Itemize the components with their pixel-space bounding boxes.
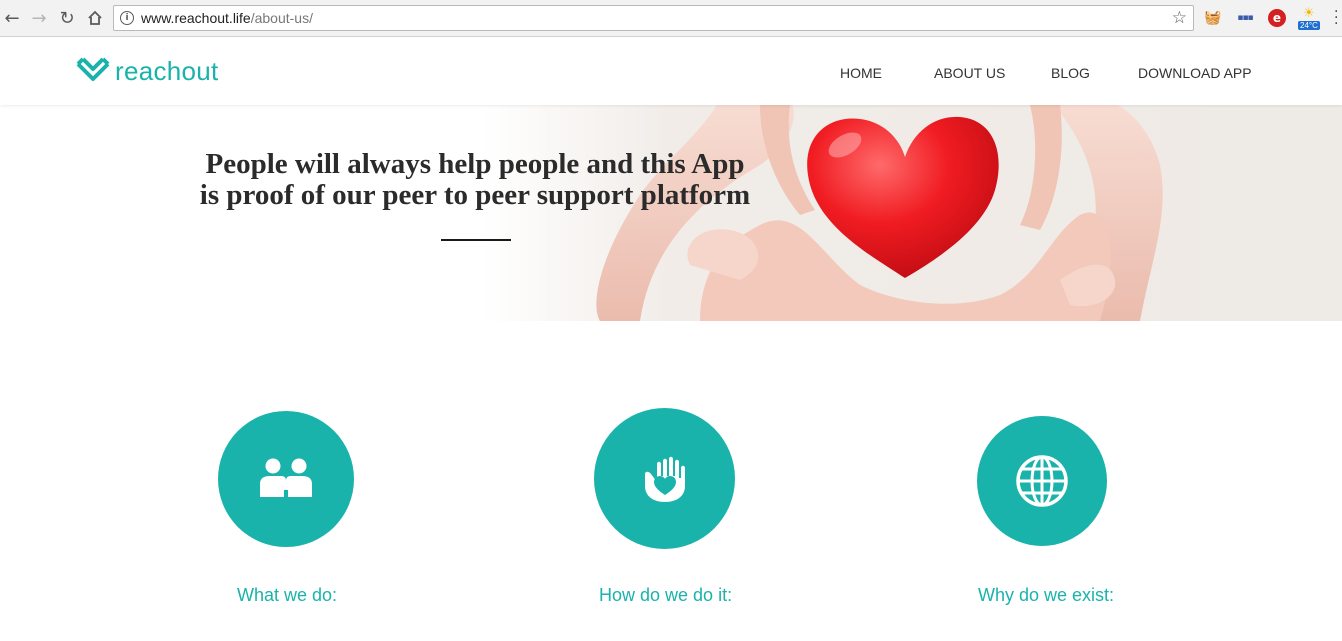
hero-hands-heart-image (0, 105, 1342, 321)
feature-how-label: How do we do it: (599, 585, 733, 605)
browser-menu-icon[interactable]: · · · (1334, 5, 1338, 31)
browser-toolbar: ← → ↻ i www.reachout.life/about-us/ ☆ 🧺 … (0, 0, 1342, 37)
hero-title-line-1: People will always help people and this … (205, 148, 745, 180)
reload-button[interactable]: ↻ (55, 6, 79, 30)
forward-button[interactable]: → (27, 6, 51, 30)
globe-icon (1016, 455, 1068, 507)
home-button[interactable] (83, 6, 107, 30)
sun-icon: ☀ (1303, 6, 1315, 21)
home-icon (88, 10, 102, 25)
hero-title-line-2: is proof of our peer to peer support pla… (199, 179, 751, 211)
site-header: reachout HOME ABOUT US BLOG DOWNLOAD APP (0, 37, 1342, 105)
weather-temp: 24°C (1298, 21, 1320, 30)
back-button[interactable]: ← (0, 6, 24, 30)
url-domain: www.reachout.life (141, 10, 251, 26)
nav-download-app[interactable]: DOWNLOAD APP (1138, 65, 1252, 81)
hand-heart-icon (644, 456, 685, 502)
hero-divider (441, 239, 511, 241)
bookmark-star-icon[interactable]: ☆ (1172, 8, 1187, 28)
feature-what-label: What we do: (237, 585, 338, 605)
nav-home[interactable]: HOME (840, 65, 882, 81)
hero-title: People will always help people and this … (150, 149, 800, 211)
url-path: /about-us/ (250, 10, 313, 26)
hero-banner: People will always help people and this … (0, 105, 1342, 321)
two-people-icon (260, 458, 312, 497)
arrow-left-icon: ← (4, 7, 20, 29)
weather-extension-icon[interactable]: ☀ 24°C (1297, 6, 1321, 32)
logo-text: reachout (115, 55, 219, 86)
logo-heart-icon (76, 57, 110, 81)
basket-extension-icon[interactable]: 🧺 (1203, 8, 1223, 28)
reload-icon: ↻ (59, 7, 75, 29)
info-icon[interactable]: i (120, 11, 134, 25)
url-text[interactable]: www.reachout.life/about-us/ (141, 10, 313, 26)
feature-what-circle (218, 411, 354, 547)
arrow-right-icon: → (31, 7, 47, 29)
nav-blog[interactable]: BLOG (1051, 65, 1090, 81)
feature-why-label: Why do we exist: (978, 585, 1115, 605)
dots-extension-icon[interactable]: ▪▪▪ (1235, 8, 1255, 28)
feature-why-circle (977, 416, 1107, 546)
address-bar[interactable]: i www.reachout.life/about-us/ ☆ (113, 5, 1194, 31)
e-extension-icon[interactable]: e (1267, 8, 1287, 28)
site-logo[interactable]: reachout (75, 55, 219, 87)
nav-about-us[interactable]: ABOUT US (934, 65, 1005, 81)
feature-how-circle (594, 408, 735, 549)
